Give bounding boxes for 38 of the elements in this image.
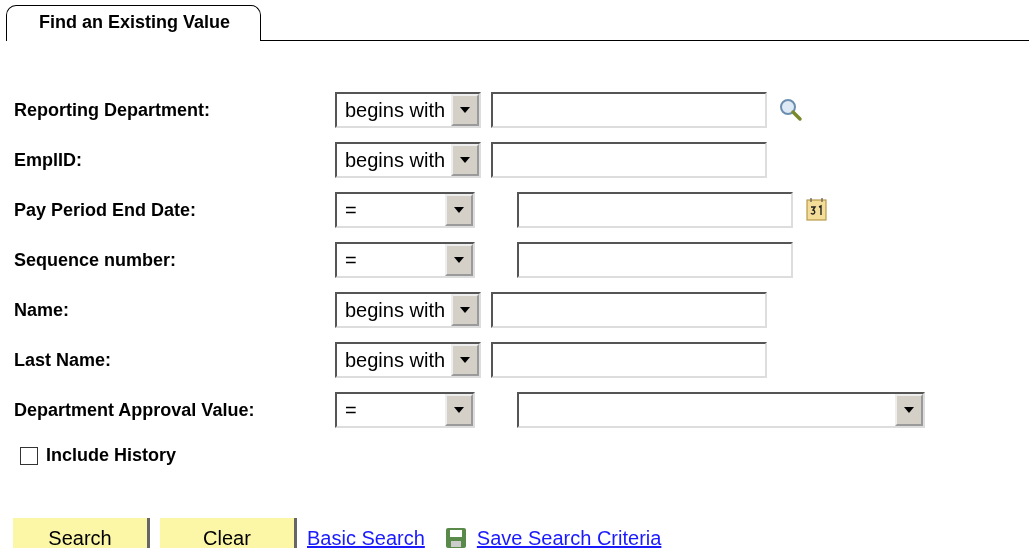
checkbox[interactable] [20, 446, 38, 465]
operator-dropdown[interactable]: begins with [335, 342, 482, 378]
calendar-icon[interactable] [805, 197, 829, 223]
operator-dropdown[interactable]: = [335, 392, 475, 428]
search-icon[interactable] [779, 98, 804, 122]
dropdown-arrow-icon [903, 406, 915, 414]
input-field[interactable] [491, 92, 768, 128]
checkbox-label: Include History [46, 445, 177, 466]
operator-dropdown[interactable]: begins with [335, 292, 482, 328]
dropdown-arrow-icon [459, 306, 472, 314]
field-label: Reporting Department: [14, 99, 211, 121]
link[interactable]: Basic Search [307, 526, 425, 548]
input-field[interactable] [491, 142, 768, 178]
field-label: Sequence number: [14, 249, 178, 271]
operator-dropdown[interactable]: = [335, 192, 475, 228]
operator-dropdown[interactable]: begins with [335, 92, 482, 128]
input-field[interactable] [517, 192, 793, 228]
dropdown-arrow-icon [453, 206, 465, 214]
field-label: Department Approval Value: [14, 399, 256, 421]
dropdown-arrow-icon [453, 406, 465, 414]
input-field[interactable] [491, 342, 768, 378]
input-field[interactable] [491, 292, 768, 328]
field-label: EmplID: [14, 149, 83, 171]
page-tab[interactable]: Find an Existing Value [6, 5, 262, 41]
search-button[interactable]: Search [13, 518, 150, 548]
dropdown-arrow-icon [459, 356, 472, 364]
input-field[interactable] [517, 242, 793, 278]
field-label: Name: [14, 299, 71, 321]
field-label: Pay Period End Date: [14, 199, 198, 221]
operator-dropdown[interactable]: begins with [335, 142, 482, 178]
dropdown-arrow-icon [453, 256, 465, 264]
link[interactable]: Save Search Criteria [476, 526, 662, 548]
value-dropdown[interactable] [517, 392, 925, 428]
clear-button[interactable]: Clear [160, 518, 297, 548]
dropdown-arrow-icon [459, 106, 472, 114]
dropdown-arrow-icon [459, 156, 472, 164]
field-label: Last Name: [14, 349, 113, 371]
operator-dropdown[interactable]: = [335, 242, 475, 278]
